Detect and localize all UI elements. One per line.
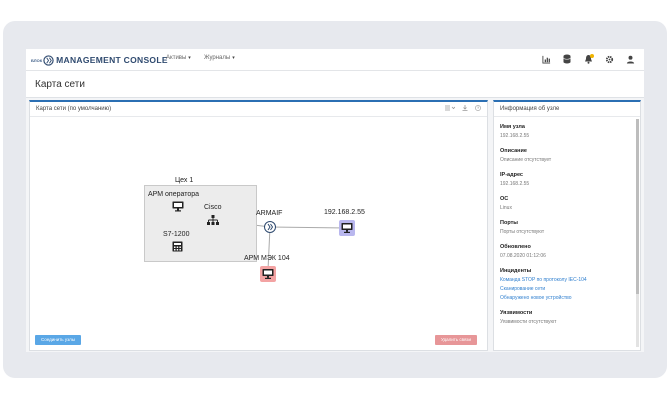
link-armaif-mek	[267, 226, 271, 271]
field-description-value: Описание отсутствует	[500, 157, 552, 163]
scrollbar-thumb[interactable]	[636, 119, 639, 294]
field-ip-value: 192.168.2.55	[500, 181, 530, 187]
node-mek-label: АРМ МЭК 104	[244, 255, 290, 262]
vulnerabilities-value: Уязвимости отсутствуют	[500, 319, 557, 325]
panel-tools	[445, 105, 481, 111]
incidents-label: Инциденты	[500, 268, 532, 274]
network-map-title: Карта сети (по умолчанию)	[36, 106, 112, 112]
caret-down-icon: ▾	[232, 55, 235, 61]
monitor-icon[interactable]	[172, 201, 184, 212]
link-armaif-ip	[269, 226, 347, 229]
node-info-title: Информация об узле	[500, 106, 560, 112]
field-ip-label: IP-адрес	[500, 172, 523, 178]
monitor-selected-icon[interactable]	[339, 220, 355, 236]
plc-icon[interactable]	[172, 241, 183, 252]
field-ports-label: Порты	[500, 220, 518, 226]
nav-menu-logs[interactable]: Журналы ▾	[204, 55, 235, 61]
incident-link[interactable]: Команда STOP по протоколу IEC-104	[500, 277, 628, 283]
nav-menu-logs-label: Журналы	[204, 55, 231, 61]
node-info-header: Информация об узле	[494, 102, 640, 117]
field-os-label: ОС	[500, 196, 509, 202]
help-icon[interactable]	[475, 105, 481, 111]
toolbar-icons	[540, 53, 636, 65]
logo[interactable]: БЛОК MANAGEMENT CONSOLE	[31, 53, 168, 67]
node-ip-label: 192.168.2.55	[324, 209, 365, 216]
network-switch-icon[interactable]	[207, 215, 219, 225]
node-cisco-label: Cisco	[204, 204, 222, 211]
caret-down-icon: ▾	[188, 55, 191, 61]
node-info-body: Имя узла 192.168.2.55 Описание Описание …	[500, 124, 628, 334]
field-name-value: 192.168.2.55	[500, 133, 530, 139]
network-canvas[interactable]: Цех 1 АРМ оператора Cisco S7-1200 ARMAIF…	[30, 117, 487, 330]
nav-menu-assets[interactable]: Активы ▾	[166, 55, 191, 61]
delete-links-button[interactable]: Удалить связи	[435, 335, 477, 345]
field-ports-value: Порты отсутствуют	[500, 229, 545, 235]
node-info-panel: Информация об узле Имя узла 192.168.2.55…	[493, 100, 641, 351]
field-name-label: Имя узла	[500, 124, 525, 130]
field-description-label: Описание	[500, 148, 527, 154]
network-map-panel: Карта сети (по умолчанию) Цех 1 АРМ опер…	[29, 100, 488, 351]
node-armaif-label: ARMAIF	[256, 210, 283, 217]
page-title: Карта сети	[35, 79, 85, 90]
download-icon[interactable]	[462, 105, 468, 111]
app-title: MANAGEMENT CONSOLE	[56, 55, 168, 65]
nav-menu-assets-label: Активы	[166, 55, 187, 61]
group-label: Цех 1	[175, 177, 194, 184]
notification-badge	[590, 54, 594, 58]
chart-icon[interactable]	[540, 53, 552, 65]
field-updated-value: 07.08.2020 01:12:06	[500, 253, 546, 259]
connect-nodes-button[interactable]: Соединить узлы	[35, 335, 81, 345]
logo-icon	[43, 54, 54, 66]
armaif-logo-icon[interactable]	[264, 221, 276, 233]
app-window: БЛОК MANAGEMENT CONSOLE Активы ▾ Журналы ▾	[26, 49, 644, 352]
bell-icon[interactable]	[582, 53, 594, 65]
node-operator-label: АРМ оператора	[148, 191, 200, 198]
incident-link[interactable]: Сканирование сети	[500, 286, 628, 292]
top-navbar: БЛОК MANAGEMENT CONSOLE Активы ▾ Журналы ▾	[26, 49, 644, 71]
user-icon[interactable]	[624, 53, 636, 65]
node-s7-label: S7-1200	[163, 231, 190, 238]
gear-icon[interactable]	[603, 53, 615, 65]
network-links	[177, 206, 347, 271]
network-map-panel-header: Карта сети (по умолчанию)	[30, 102, 487, 117]
database-icon[interactable]	[561, 53, 573, 65]
field-os-value: Linux	[500, 205, 512, 211]
vulnerabilities-label: Уязвимости	[500, 310, 533, 316]
incident-link[interactable]: Обнаружено новое устройство	[500, 295, 628, 301]
list-dropdown-icon[interactable]	[445, 105, 455, 111]
monitor-alert-icon[interactable]	[260, 266, 276, 282]
page-header: Карта сети	[26, 71, 644, 98]
logo-small-text: БЛОК	[31, 57, 43, 63]
field-updated-label: Обновлено	[500, 244, 531, 250]
